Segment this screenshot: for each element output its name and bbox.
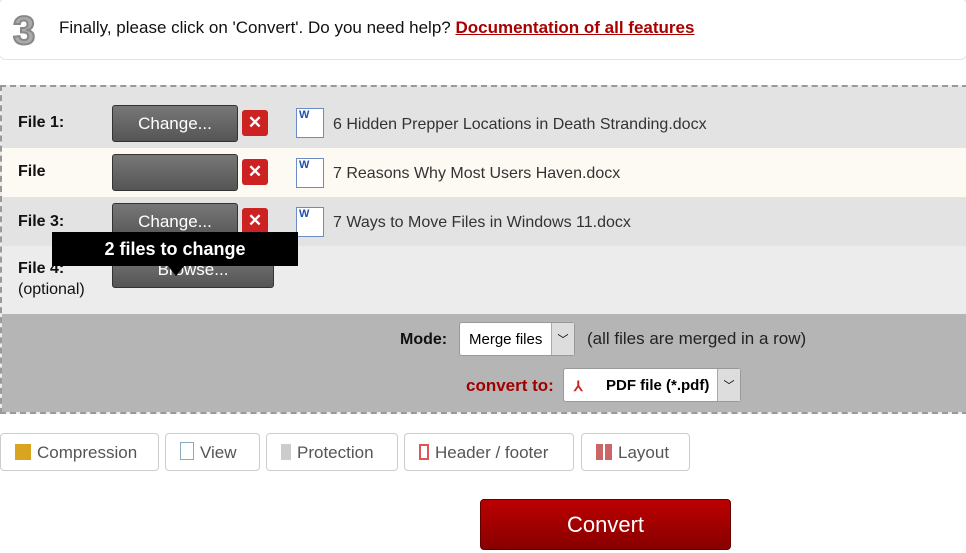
chevron-down-icon: ﹀ xyxy=(717,369,740,401)
word-file-icon: W xyxy=(296,158,324,188)
tab-label: Protection xyxy=(297,443,374,462)
file-label: File 3: xyxy=(18,213,65,230)
format-select[interactable]: ⅄ PDF file (*.pdf) ﹀ xyxy=(563,368,741,402)
documentation-link[interactable]: Documentation of all features xyxy=(455,18,694,37)
word-file-icon: W xyxy=(296,108,324,138)
convert-to-label: convert to: xyxy=(466,376,554,395)
change-button[interactable]: Change... xyxy=(112,105,238,142)
options-panel: Mode: Merge files ﹀ (all files are merged… xyxy=(2,314,966,412)
file-row-1: File 1: Change... ✕ W 6 Hidden Prepper L… xyxy=(2,87,966,148)
file-name: 7 Reasons Why Most Users Haven.docx xyxy=(333,165,621,182)
step-number: 3 xyxy=(12,8,36,54)
format-value: PDF file (*.pdf) xyxy=(606,377,710,394)
remove-file-icon[interactable]: ✕ xyxy=(242,159,268,185)
step-text: Finally, please click on 'Convert'. Do y… xyxy=(59,18,451,37)
optional-label: (optional) xyxy=(18,281,85,298)
step-banner: 3 Finally, please click on 'Convert'. Do… xyxy=(0,0,966,60)
tab-label: Layout xyxy=(618,443,670,462)
file-row-2: File ✕ W 7 Reasons Why Most Users Haven.… xyxy=(2,148,966,197)
chevron-down-icon: ﹀ xyxy=(551,323,574,355)
tab-label: View xyxy=(200,443,237,462)
change-button[interactable] xyxy=(112,154,238,191)
mode-value: Merge files xyxy=(469,331,543,348)
tab-header-footer[interactable]: Header / footer xyxy=(404,433,574,471)
tab-label: Header / footer xyxy=(435,443,549,462)
convert-button[interactable]: Convert xyxy=(480,499,731,550)
lock-icon xyxy=(281,444,291,460)
file-upload-area: File 1: Change... ✕ W 6 Hidden Prepper L… xyxy=(0,85,966,414)
mode-label: Mode: xyxy=(400,331,448,348)
tooltip: 2 files to change xyxy=(52,232,298,276)
tab-protection[interactable]: Protection xyxy=(266,433,398,471)
mode-note: (all files are merged in a row) xyxy=(587,329,807,348)
tab-view[interactable]: View xyxy=(165,433,260,471)
tab-layout[interactable]: Layout xyxy=(581,433,690,471)
file-name: 6 Hidden Prepper Locations in Death Stra… xyxy=(333,116,707,133)
page-icon xyxy=(419,444,429,460)
remove-file-icon[interactable]: ✕ xyxy=(242,110,268,136)
magnifier-icon xyxy=(180,442,194,460)
compression-icon xyxy=(15,444,31,460)
layout-grid-icon xyxy=(596,444,612,460)
file-label: File xyxy=(18,163,46,180)
remove-file-icon[interactable]: ✕ xyxy=(242,208,268,234)
word-file-icon: W xyxy=(296,207,324,237)
pdf-icon: ⅄ xyxy=(574,378,583,394)
tab-label: Compression xyxy=(37,443,138,462)
mode-select[interactable]: Merge files ﹀ xyxy=(459,322,575,356)
file-name: 7 Ways to Move Files in Windows 11.docx xyxy=(333,214,631,231)
file-label: File 1: xyxy=(18,114,65,131)
tab-compression[interactable]: Compression xyxy=(0,433,159,471)
